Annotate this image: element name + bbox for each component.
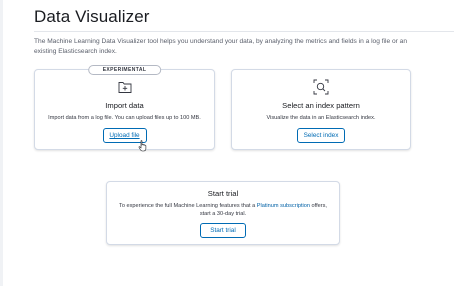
platinum-subscription-link[interactable]: Platinum subscription (257, 203, 310, 209)
import-data-card: EXPERIMENTAL Import data Import data fro… (34, 65, 215, 150)
experimental-badge: EXPERIMENTAL (87, 65, 162, 75)
start-trial-title: Start trial (207, 189, 239, 198)
select-index-description: Visualize the data in an Elasticsearch i… (266, 115, 376, 121)
select-index-button[interactable]: Select index (297, 128, 345, 143)
upload-file-button-label: Upload file (109, 132, 140, 139)
start-trial-description: To experience the full Machine Learning … (117, 202, 329, 218)
title-divider (34, 31, 454, 32)
index-pattern-icon (313, 79, 329, 95)
start-trial-card: Start trial To experience the full Machi… (106, 181, 340, 245)
select-index-title: Select an index pattern (282, 101, 360, 110)
trial-text-before: To experience the full Machine Learning … (119, 203, 257, 209)
data-visualizer-page: Data Visualizer The Machine Learning Dat… (0, 0, 474, 286)
page-intro: The Machine Learning Data Visualizer too… (34, 38, 408, 55)
start-trial-button[interactable]: Start trial (200, 223, 246, 238)
left-edge-strip (0, 0, 3, 286)
import-data-title: Import data (105, 101, 144, 110)
select-index-card: Select an index pattern Visualize the da… (231, 69, 411, 150)
file-import-icon (118, 82, 131, 93)
page-title: Data Visualizer (34, 7, 150, 26)
hand-pointer-icon (138, 140, 147, 152)
import-data-description: Import data from a log file. You can upl… (48, 115, 201, 121)
